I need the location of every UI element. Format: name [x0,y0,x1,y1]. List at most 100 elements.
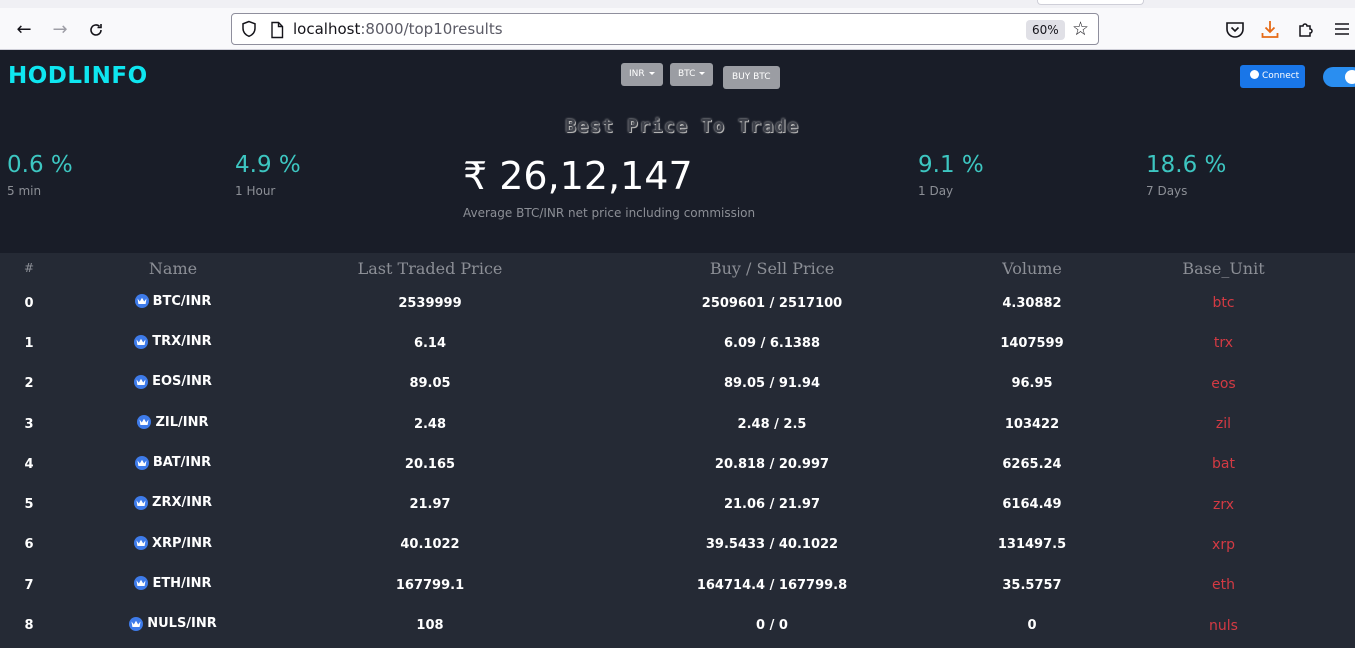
stat-label: 7 Days [1146,184,1188,198]
row-base-unit: eth [1212,577,1235,594]
crown-icon [134,455,149,470]
stat-1hour: 4.9 % 1 Hour [235,152,301,198]
row-index: 5 [24,497,34,513]
row-name: TRX/INR [58,323,288,363]
row-buy-sell: 39.5433 / 40.1022 [705,537,839,553]
stat-label: 1 Hour [235,184,276,198]
row-name: ZRX/INR [58,484,288,524]
stat-label: 5 min [7,184,42,198]
site-logo[interactable]: HODLINFO [8,63,148,89]
table-row: 7 ETH/INR 167799.1 164714.4 / 167799.8 35.57… [0,565,1355,605]
table-row: 4 BAT/INR 20.165 20.818 / 20.997 6265.24 bat [0,444,1355,484]
forward-arrow-icon[interactable]: → [46,16,74,44]
stat-value: 9.1 % [918,152,984,178]
results-table: # Name Last Traded Price Buy / Sell Pric… [0,253,1355,646]
pair-name: ZIL/INR [155,414,209,430]
pair-name: BTC/INR [152,293,212,309]
row-volume: 35.5757 [1002,577,1062,593]
stat-value: 18.6 % [1146,152,1227,178]
stat-label: 1 Day [918,184,954,198]
row-volume: 1407599 [1000,335,1064,351]
coin-dropdown[interactable]: BTC [670,63,714,86]
pair-name: TRX/INR [152,334,212,350]
zoom-level[interactable]: 60% [1026,20,1065,40]
row-last-price: 21.97 [409,497,451,513]
row-name: ZIL/INR [58,404,288,444]
row-name: NULS/INR [58,605,288,645]
row-base-unit: xrp [1212,536,1235,553]
caret-down-icon [699,72,706,75]
theme-toggle[interactable] [1323,67,1355,87]
header-index: # [23,261,35,275]
bookmark-star-icon[interactable]: ☆ [1072,18,1089,40]
pocket-icon[interactable] [1224,18,1246,40]
stat-1day: 9.1 % 1 Day [918,152,984,198]
connect-label: Connect [1262,71,1300,81]
row-volume: 131497.5 [997,537,1067,553]
row-name: ETH/INR [58,565,288,605]
results-table-container: # Name Last Traded Price Buy / Sell Pric… [0,253,1355,648]
download-icon[interactable] [1259,18,1281,40]
row-buy-sell: 0 / 0 [756,618,788,634]
pair-name: EOS/INR [152,374,212,390]
pair-name: BAT/INR [152,455,212,471]
stat-5min: 0.6 % 5 min [7,152,73,198]
row-name: BAT/INR [58,444,288,484]
stat-value: 4.9 % [235,152,301,178]
pair-name: ETH/INR [152,575,212,591]
row-index: 7 [24,577,34,593]
extensions-icon[interactable] [1295,18,1317,40]
row-base-unit: trx [1213,335,1234,352]
crown-icon [134,576,149,591]
back-arrow-icon[interactable]: ← [10,16,38,44]
currency-dropdown-label: INR [629,69,645,79]
table-row: 6 XRP/INR 40.1022 39.5433 / 40.1022 131497.5… [0,525,1355,565]
page-content: HODLINFO INR BTC BUY BTC Connect Best Pr… [0,51,1355,648]
row-last-price: 20.165 [404,456,456,472]
menu-icon[interactable] [1331,18,1353,40]
row-volume: 6164.49 [1002,497,1062,513]
coin-dropdown-label: BTC [678,69,696,79]
currency-dropdown[interactable]: INR [621,63,663,86]
row-base-unit: eos [1211,375,1236,392]
shield-icon[interactable] [240,20,258,38]
telegram-connect-button[interactable]: Connect [1240,65,1305,88]
average-price-note: Average BTC/INR net price including comm… [463,206,756,220]
row-last-price: 6.14 [413,335,447,351]
row-buy-sell: 2.48 / 2.5 [737,416,807,432]
row-index: 2 [24,376,34,392]
reload-icon[interactable] [82,16,110,44]
row-index: 8 [24,618,34,634]
row-index: 3 [24,416,34,432]
crown-icon [134,334,149,349]
pair-name: XRP/INR [151,535,213,551]
row-volume: 103422 [1004,416,1060,432]
url-text[interactable]: localhost:8000/top10results [293,20,503,38]
row-last-price: 108 [416,618,444,634]
row-index: 6 [24,537,34,553]
table-row: 5 ZRX/INR 21.97 21.06 / 21.97 6164.49 zrx [0,484,1355,524]
telegram-icon [1250,70,1259,79]
row-buy-sell: 164714.4 / 167799.8 [696,577,848,593]
row-volume: 96.95 [1011,376,1053,392]
address-bar[interactable]: localhost:8000/top10results 60% ☆ [231,13,1099,45]
table-header-row: # Name Last Traded Price Buy / Sell Pric… [0,253,1355,283]
header-buy-sell: Buy / Sell Price [709,258,835,278]
row-last-price: 167799.1 [395,577,465,593]
row-last-price: 2.48 [413,416,447,432]
header-last-price: Last Traded Price [357,258,503,278]
page-icon[interactable] [269,21,285,39]
row-volume: 6265.24 [1002,456,1062,472]
stat-7days: 18.6 % 7 Days [1146,152,1226,198]
row-index: 1 [24,335,34,351]
toggle-knob [1345,70,1355,84]
table-row: 2 EOS/INR 89.05 89.05 / 91.94 96.95 eos [0,364,1355,404]
header-name: Name [148,258,198,278]
buy-btc-button[interactable]: BUY BTC [723,66,780,89]
header-base-unit: Base_Unit [1182,258,1265,278]
tab-strip [0,0,1355,8]
row-last-price: 89.05 [409,376,451,392]
row-volume: 0 [1027,618,1037,634]
row-base-unit: zrx [1212,496,1234,513]
active-tab[interactable] [1037,0,1144,5]
